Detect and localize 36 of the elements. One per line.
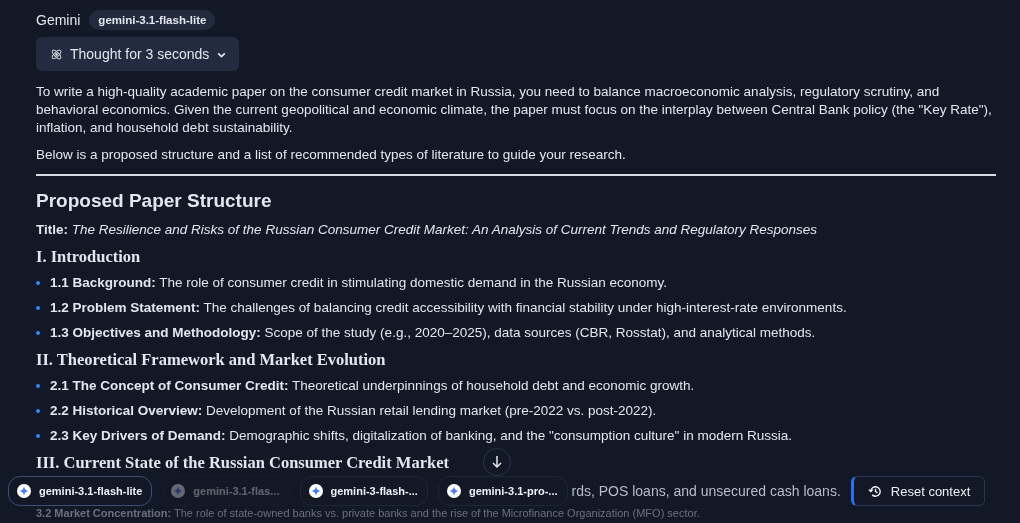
model-chip[interactable]: gemini-3-flash-... bbox=[299, 476, 428, 506]
down-arrow-icon bbox=[491, 455, 503, 469]
bullet-icon bbox=[36, 384, 40, 388]
model-chip[interactable]: gemini-3.1-flash-lite bbox=[8, 476, 153, 506]
reset-context-button[interactable]: Reset context bbox=[850, 476, 986, 506]
section-title: II. Theoretical Framework and Market Evolution bbox=[36, 350, 386, 370]
list-item: 2.3 Key Drivers of Demand: Demographic shifts, digitalization of banking, and the "consumption culture" in modern Russia. bbox=[50, 427, 792, 445]
sparkle-icon bbox=[171, 484, 186, 498]
model-chip[interactable]: gemini-3.1-pro-... bbox=[437, 476, 568, 506]
scroll-down-button[interactable] bbox=[483, 448, 511, 476]
list-item: 2.2 Historical Overview: Development of the Russian retail lending market (pre-2022 vs. post-2022). bbox=[50, 402, 657, 420]
bullet-icon bbox=[36, 306, 40, 310]
bullet-icon bbox=[36, 281, 40, 285]
section-title: III. Current State of the Russian Consumer Credit Market bbox=[36, 453, 449, 473]
bullet-icon bbox=[36, 331, 40, 335]
section-title: I. Introduction bbox=[36, 247, 141, 267]
sparkle-icon bbox=[446, 484, 461, 498]
faded-list-item: 3.2 Market Concentration: The role of state-owned banks vs. private banks and the rise of the Microfinance Organization (MFO) sector. bbox=[36, 507, 700, 519]
model-badge: gemini-3.1-flash-lite bbox=[89, 10, 216, 30]
paragraph: To write a high-quality academic paper on the consumer credit market in Russia, you need to balance macroeconomic analysis, regulatory scrutiny, and behavioral economics. Given the current geopolitical and economic climate, the paper must focus on the interplay between Central Bank policy (the "Key Rate"), inflation, and household debt sustainability. bbox=[36, 83, 993, 137]
list-item: 1.2 Problem Statement: The challenges of balancing credit accessibility with financial stability under high-interest-rate environments. bbox=[50, 299, 847, 317]
sparkle-icon bbox=[17, 484, 31, 498]
history-icon bbox=[867, 483, 883, 499]
list-item: 1.1 Background: The role of consumer credit in stimulating domestic demand in the Russian economy. bbox=[50, 274, 668, 292]
list-item: 1.3 Objectives and Methodology: Scope of the study (e.g., 2020–2025), data sources (CBR, Rosstat), and analytical methods. bbox=[50, 324, 816, 342]
list-item: 2.1 The Concept of Consumer Credit: Theoretical underpinnings of household debt and economic growth. bbox=[50, 377, 695, 395]
sparkle-icon bbox=[308, 484, 323, 498]
paper-title: Title: The Resilience and Risks of the Russian Consumer Credit Market: An Analysis of Current Trends and Regulatory Responses bbox=[36, 221, 819, 239]
bullet-icon bbox=[36, 434, 40, 438]
thought-toggle[interactable]: Thought for 3 seconds bbox=[36, 37, 240, 71]
assistant-name: Gemini bbox=[36, 11, 81, 29]
section-heading: Proposed Paper Structure bbox=[36, 189, 273, 213]
list-item-fragment: rds, POS loans, and unsecured cash loans. bbox=[571, 482, 841, 500]
bullet-icon bbox=[36, 409, 40, 413]
paragraph: Below is a proposed structure and a list of recommended types of literature to guide your research. bbox=[36, 146, 627, 164]
atom-icon bbox=[50, 47, 63, 61]
